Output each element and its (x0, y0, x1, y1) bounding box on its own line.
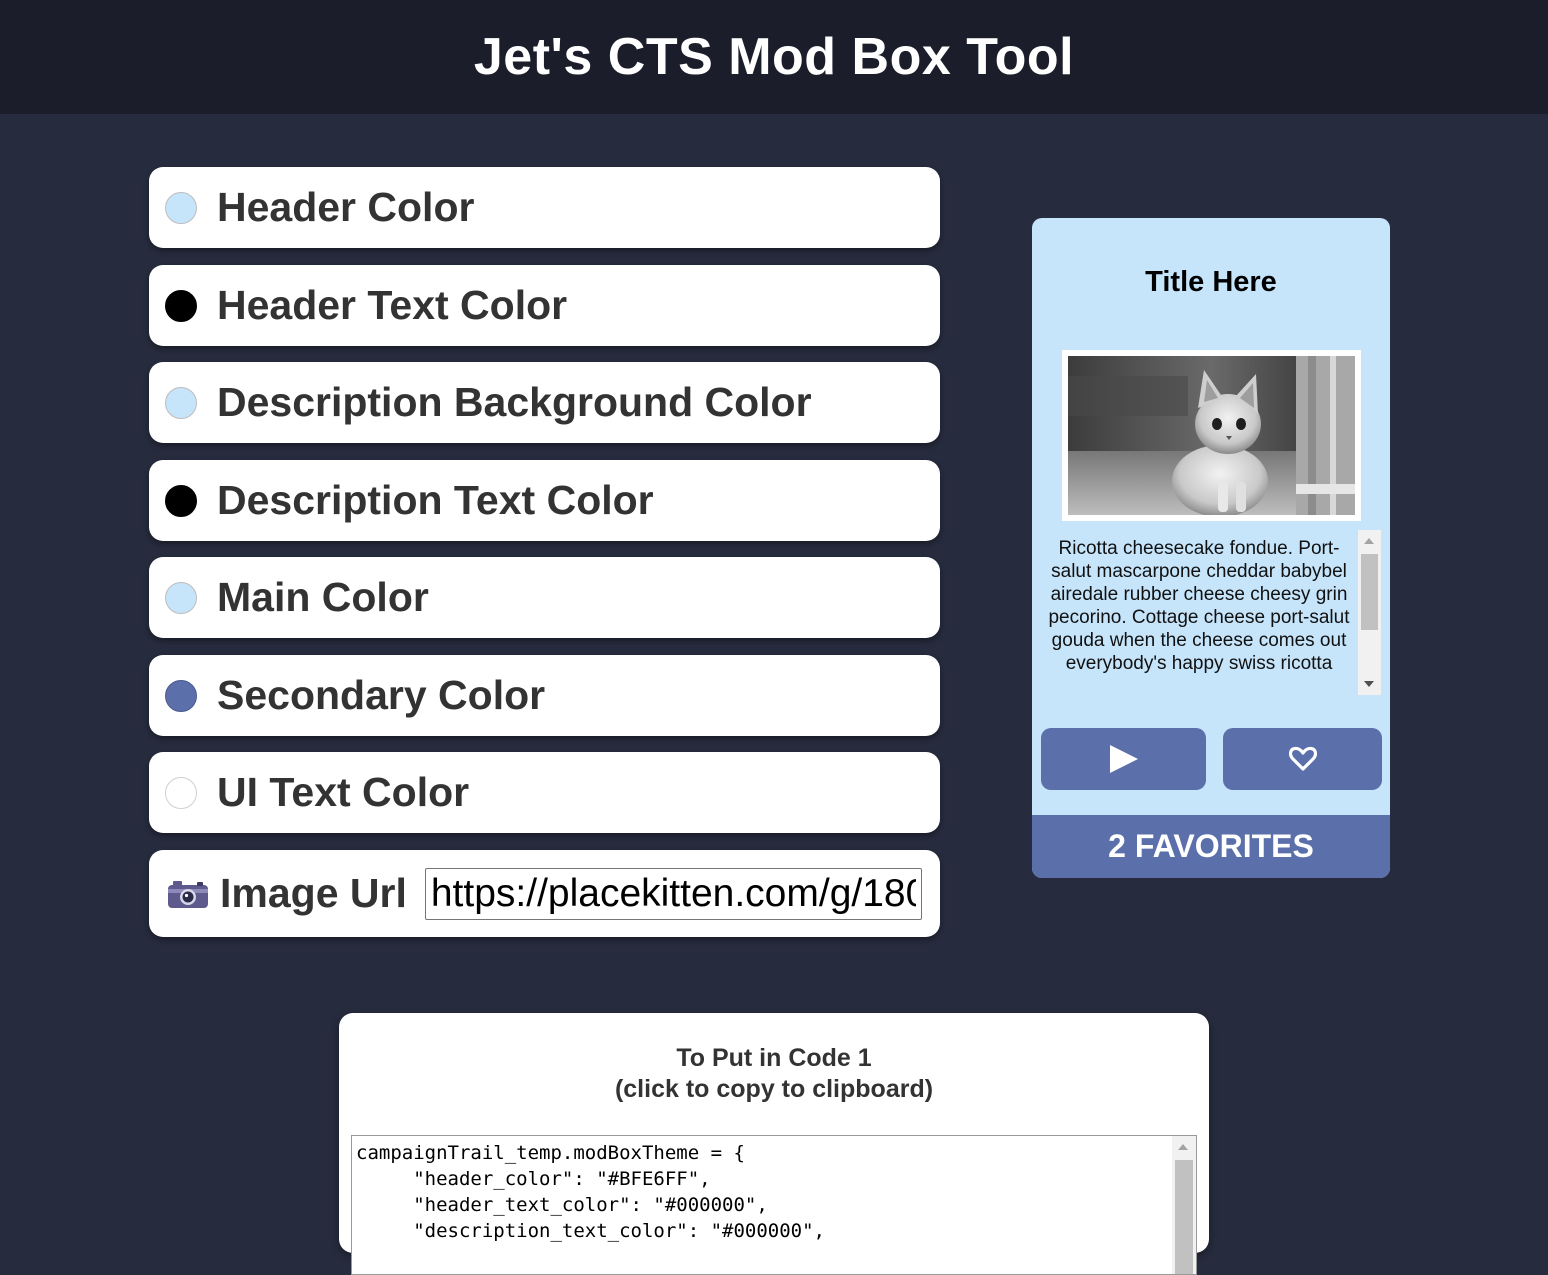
play-button[interactable] (1041, 728, 1206, 790)
setting-label: Header Color (217, 184, 475, 230)
main-color-swatch[interactable] (165, 581, 197, 614)
description-text-color-swatch[interactable] (165, 484, 197, 517)
ui-text-color-swatch[interactable] (165, 776, 197, 809)
heart-icon (1288, 746, 1317, 771)
kitten-image (1068, 356, 1355, 515)
description-scrollbar[interactable] (1358, 530, 1381, 695)
setting-main-color[interactable]: Main Color (149, 557, 940, 638)
image-url-input[interactable] (424, 867, 922, 920)
code-heading: To Put in Code 1 (click to copy to clipb… (339, 1043, 1209, 1105)
code-heading-hint: (click to copy to clipboard) (614, 1075, 934, 1103)
favorite-button[interactable] (1223, 728, 1382, 790)
setting-description-background-color[interactable]: Description Background Color (149, 362, 940, 443)
setting-label: UI Text Color (217, 769, 470, 815)
favorites-count: 2 FAVORITES (1032, 815, 1390, 878)
setting-header-color[interactable]: Header Color (149, 167, 940, 248)
app-title: Jet's CTS Mod Box Tool (473, 28, 1075, 86)
setting-description-text-color[interactable]: Description Text Color (149, 460, 940, 541)
play-icon (1109, 745, 1138, 773)
scroll-down-icon[interactable] (1364, 681, 1374, 687)
code-output[interactable]: campaignTrail_temp.modBoxTheme = { "head… (351, 1135, 1197, 1275)
preview-image-frame (1062, 350, 1361, 521)
code-scroll-up-icon[interactable] (1178, 1144, 1188, 1150)
setting-label: Main Color (217, 574, 429, 620)
app-header: Jet's CTS Mod Box Tool (0, 0, 1548, 114)
setting-secondary-color[interactable]: Secondary Color (149, 655, 940, 736)
header-color-swatch[interactable] (165, 191, 197, 224)
setting-label: Header Text Color (217, 282, 568, 328)
setting-header-text-color[interactable]: Header Text Color (149, 265, 940, 346)
description-background-color-swatch[interactable] (165, 386, 197, 419)
preview-description-box[interactable]: Ricotta cheesecake fondue. Port-salut ma… (1041, 530, 1381, 695)
code-text[interactable]: campaignTrail_temp.modBoxTheme = { "head… (356, 1140, 825, 1244)
preview-title: Title Here (1145, 266, 1277, 298)
scroll-thumb[interactable] (1361, 554, 1378, 630)
code-panel: To Put in Code 1 (click to copy to clipb… (339, 1013, 1209, 1275)
preview-description: Ricotta cheesecake fondue. Port-salut ma… (1048, 538, 1350, 674)
setting-ui-text-color[interactable]: UI Text Color (149, 752, 940, 833)
code-scroll-thumb[interactable] (1175, 1160, 1193, 1274)
mod-box-preview: Title Here Ricotta cheesecake fondue. Po… (1032, 218, 1390, 878)
setting-label: Secondary Color (217, 672, 546, 718)
code-heading-title: To Put in Code 1 (676, 1044, 872, 1072)
image-url-label: Image Url (220, 870, 407, 916)
setting-label: Description Text Color (217, 477, 654, 523)
header-text-color-swatch[interactable] (165, 289, 197, 322)
setting-image-url: Image Url (149, 850, 940, 937)
camera-icon (168, 880, 208, 908)
scroll-up-icon[interactable] (1364, 538, 1374, 544)
secondary-color-swatch[interactable] (165, 679, 197, 712)
code-scrollbar[interactable] (1172, 1136, 1196, 1274)
setting-label: Description Background Color (217, 379, 812, 425)
